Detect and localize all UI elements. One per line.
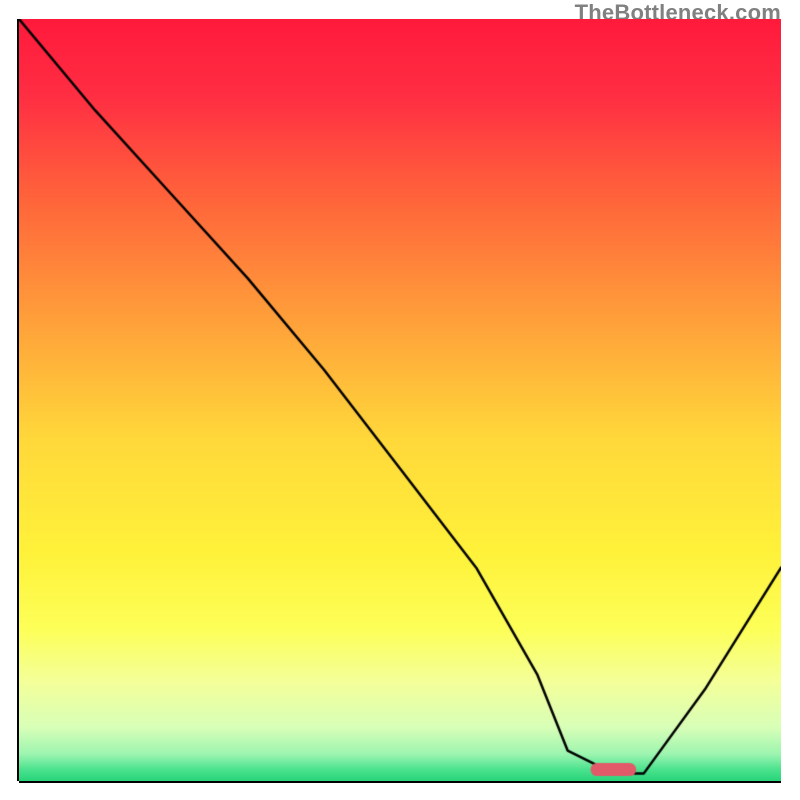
chart-container: TheBottleneck.com: [0, 0, 800, 800]
x-axis: [19, 781, 781, 783]
chart-lines: [19, 19, 781, 781]
plot-area: [19, 19, 781, 781]
y-axis: [17, 19, 19, 781]
